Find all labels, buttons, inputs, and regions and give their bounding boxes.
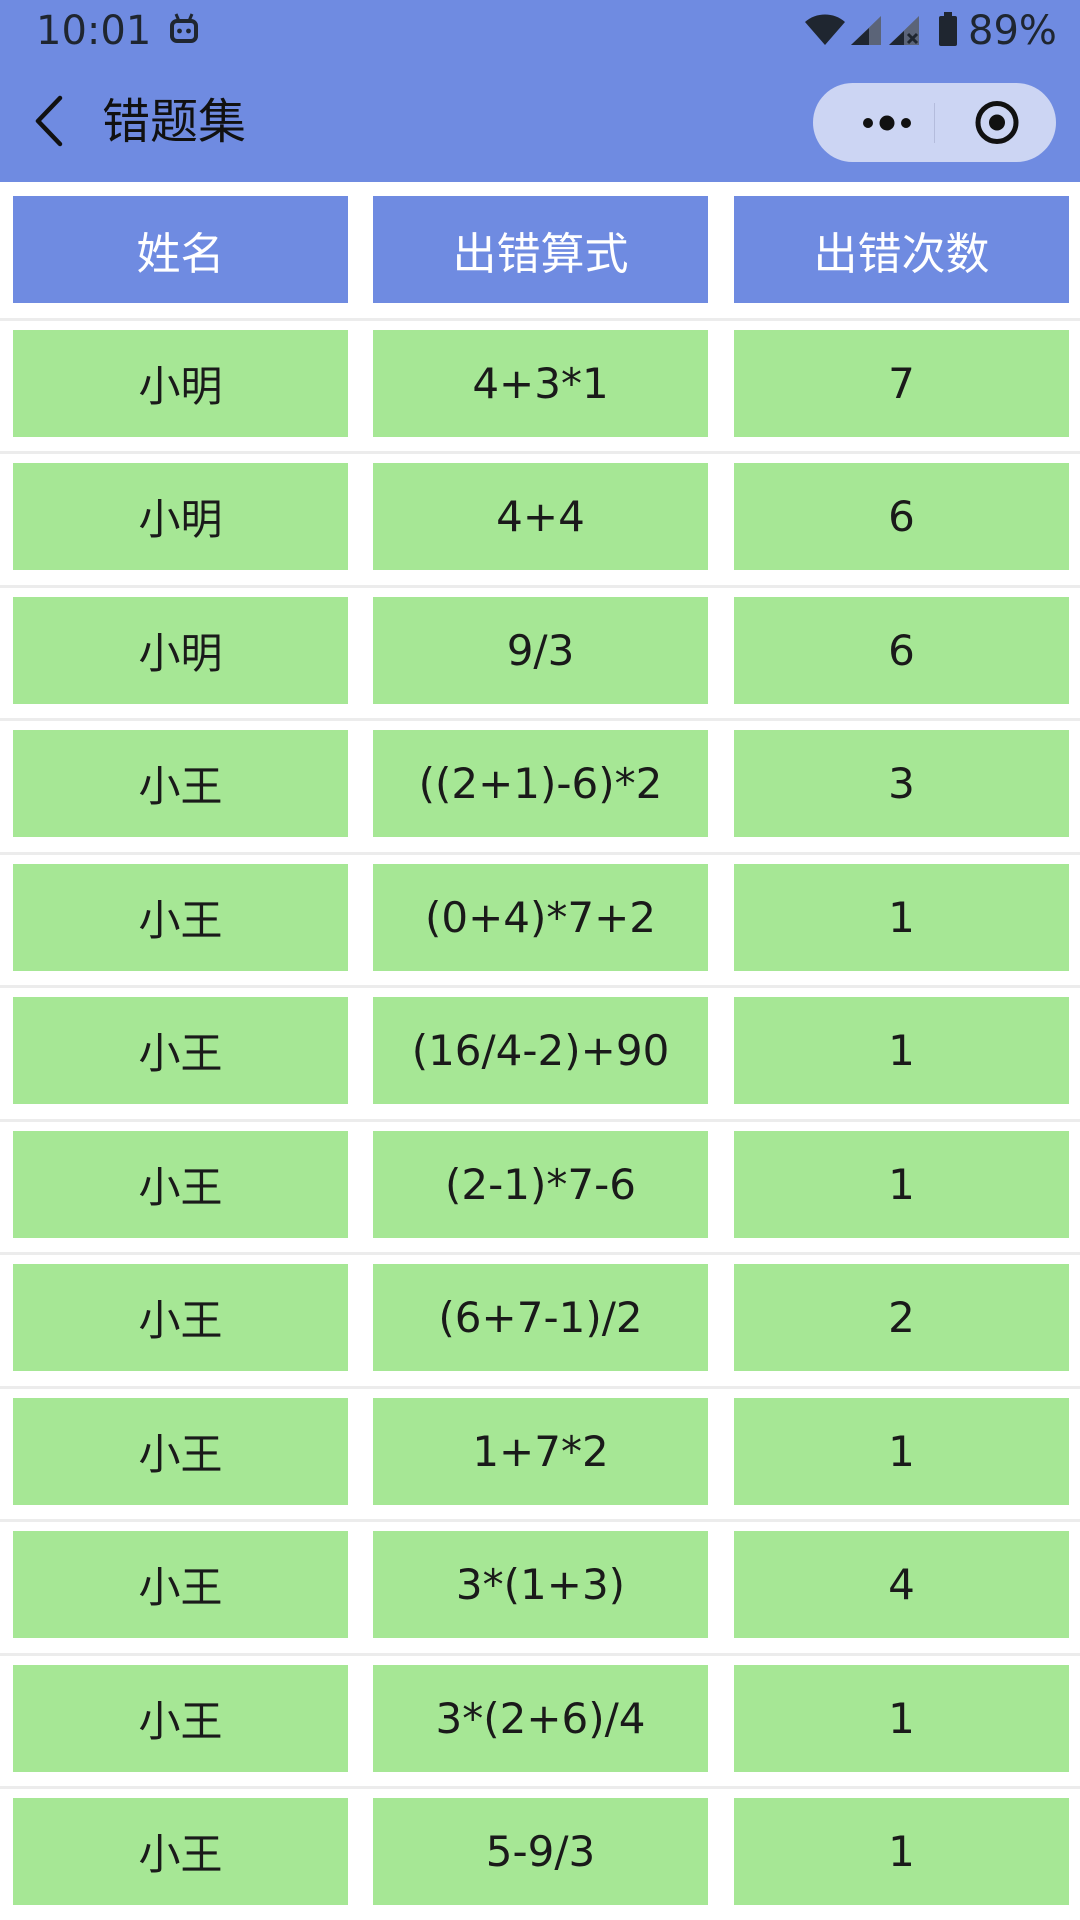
back-button[interactable]	[30, 90, 70, 152]
row-separator	[0, 718, 1080, 721]
cell-expression: (0+4)*7+2	[373, 863, 708, 971]
cell-name: 小王	[13, 730, 348, 837]
cell-error-count: 1	[734, 1397, 1069, 1505]
target-close-icon[interactable]	[961, 95, 1033, 150]
wifi-icon	[805, 14, 845, 45]
row-separator	[0, 1252, 1080, 1255]
table-header-row: 姓名 出错算式 出错次数	[0, 196, 1080, 303]
cell-name: 小王	[13, 1531, 348, 1638]
table-row: 小王 1+7*2 1	[0, 1397, 1080, 1505]
cell-expression: 1+7*2	[373, 1397, 708, 1505]
capsule-divider	[934, 103, 935, 143]
table-row: 小王 (0+4)*7+2 1	[0, 863, 1080, 971]
cell-expression: 9/3	[373, 596, 708, 704]
status-bar: 10:01 89%	[0, 0, 1080, 62]
nav-bar: 错题集	[0, 62, 1080, 182]
table-row: 小王 5-9/3 1	[0, 1798, 1080, 1905]
cell-expression: 3*(2+6)/4	[373, 1664, 708, 1772]
android-debug-icon	[170, 13, 198, 43]
cell-expression: ((2+1)-6)*2	[373, 730, 708, 837]
top-bar: 10:01 89% 错题集	[0, 0, 1080, 182]
row-separator	[0, 1118, 1080, 1122]
cell-name: 小王	[13, 1264, 348, 1371]
signal-no-sim-icon	[889, 16, 919, 45]
table-row: 小王 3*(1+3) 4	[0, 1531, 1080, 1638]
cell-name: 小明	[13, 329, 348, 437]
cell-name: 小王	[13, 1397, 348, 1505]
cell-error-count: 1	[734, 997, 1069, 1104]
row-separator	[0, 451, 1080, 454]
status-time: 10:01	[36, 8, 152, 54]
chevron-left-icon	[35, 95, 63, 147]
table-row: 小王 3*(2+6)/4 1	[0, 1664, 1080, 1772]
mini-program-capsule	[813, 83, 1056, 162]
column-header: 出错算式	[373, 196, 708, 303]
row-separator	[0, 584, 1080, 588]
row-separator	[0, 1652, 1080, 1656]
battery-percent: 89%	[968, 8, 1057, 54]
cell-error-count: 7	[734, 329, 1069, 437]
cell-error-count: 1	[734, 1130, 1069, 1238]
cell-error-count: 4	[734, 1531, 1069, 1638]
cell-error-count: 1	[734, 1798, 1069, 1905]
cell-name: 小王	[13, 1130, 348, 1238]
cell-name: 小王	[13, 997, 348, 1104]
table-row: 小王 (2-1)*7-6 1	[0, 1130, 1080, 1238]
signal-icon	[851, 16, 881, 45]
table-row: 小明 4+4 6	[0, 463, 1080, 570]
cell-error-count: 1	[734, 1664, 1069, 1772]
row-separator	[0, 1385, 1080, 1389]
table-row: 小明 4+3*1 7	[0, 329, 1080, 437]
row-separator	[0, 317, 1080, 321]
page-title: 错题集	[102, 94, 247, 150]
cell-error-count: 2	[734, 1264, 1069, 1371]
cell-name: 小王	[13, 863, 348, 971]
cell-error-count: 6	[734, 463, 1069, 570]
cell-error-count: 1	[734, 863, 1069, 971]
row-separator	[0, 1786, 1080, 1789]
cell-expression: 3*(1+3)	[373, 1531, 708, 1638]
cell-name: 小明	[13, 463, 348, 570]
table-row: 小王 (16/4-2)+90 1	[0, 997, 1080, 1104]
cell-expression: 4+4	[373, 463, 708, 570]
cell-error-count: 3	[734, 730, 1069, 837]
column-header: 出错次数	[734, 196, 1069, 303]
cell-name: 小王	[13, 1664, 348, 1772]
cell-name: 小王	[13, 1798, 348, 1905]
cell-expression: (16/4-2)+90	[373, 997, 708, 1104]
table-row: 小王 (6+7-1)/2 2	[0, 1264, 1080, 1371]
cell-expression: (6+7-1)/2	[373, 1264, 708, 1371]
cell-error-count: 6	[734, 596, 1069, 704]
row-separator	[0, 1519, 1080, 1522]
table-row: 小明 9/3 6	[0, 596, 1080, 704]
cell-expression: 4+3*1	[373, 329, 708, 437]
battery-icon	[939, 12, 957, 46]
row-separator	[0, 851, 1080, 855]
column-header: 姓名	[13, 196, 348, 303]
row-separator	[0, 985, 1080, 988]
cell-expression: (2-1)*7-6	[373, 1130, 708, 1238]
table-row: 小王 ((2+1)-6)*2 3	[0, 730, 1080, 837]
more-dots-icon[interactable]	[837, 93, 937, 152]
cell-name: 小明	[13, 596, 348, 704]
cell-expression: 5-9/3	[373, 1798, 708, 1905]
